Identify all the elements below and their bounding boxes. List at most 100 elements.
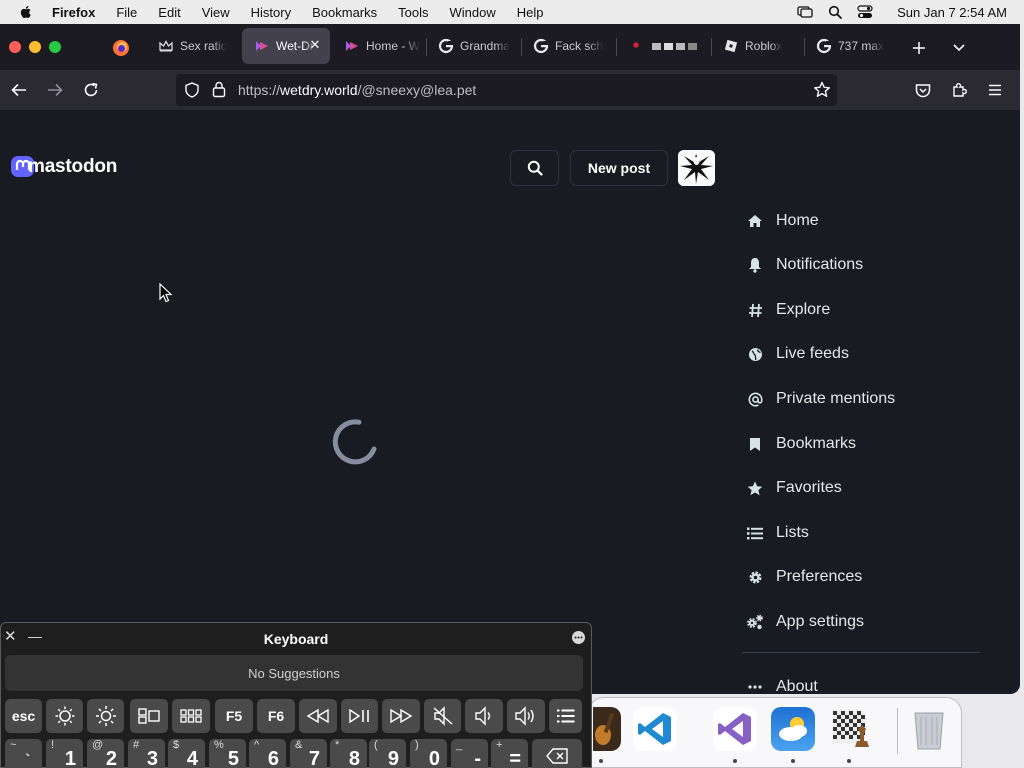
window-zoom-button[interactable] (49, 41, 61, 53)
tab-roblox[interactable]: Roblox (711, 28, 803, 64)
key-dictation[interactable] (549, 699, 582, 733)
dock-weather-icon[interactable] (771, 707, 815, 751)
shield-icon[interactable] (185, 82, 199, 98)
key-volume-up[interactable] (507, 699, 545, 733)
menu-help[interactable]: Help (517, 5, 544, 20)
key-main-char: 1 (64, 748, 76, 768)
nav-favorites[interactable]: Favorites (742, 476, 842, 500)
control-center-icon[interactable] (857, 4, 873, 20)
tab-loading[interactable] (616, 28, 710, 64)
menu-view[interactable]: View (202, 5, 230, 20)
avatar-image (678, 150, 715, 186)
key-play-pause[interactable] (341, 699, 378, 733)
menu-file[interactable]: File (116, 5, 137, 20)
nav-preferences[interactable]: Preferences (742, 565, 862, 589)
search-button[interactable] (510, 150, 559, 186)
nav-private-mentions[interactable]: Private mentions (742, 387, 895, 411)
menu-app-name[interactable]: Firefox (52, 5, 95, 20)
nav-about[interactable]: About (742, 675, 818, 694)
nav-app-settings[interactable]: App settings (742, 610, 864, 634)
key-esc[interactable]: esc (5, 699, 42, 733)
menu-history[interactable]: History (251, 5, 291, 20)
back-button[interactable] (8, 79, 30, 101)
tab-737-max[interactable]: 737 max (804, 28, 896, 64)
nav-divider (742, 652, 980, 653)
window-close-button[interactable] (9, 41, 21, 53)
key-2[interactable]: @2 (87, 739, 124, 768)
tab-grandma[interactable]: Grandma (426, 28, 520, 64)
list-all-tabs-button[interactable] (948, 37, 970, 59)
key-9[interactable]: (9 (369, 739, 406, 768)
menu-edit[interactable]: Edit (158, 5, 180, 20)
key-delete[interactable] (532, 739, 582, 768)
brightness-down-icon (55, 706, 74, 726)
key-brightness-up[interactable] (87, 699, 124, 733)
visual-studio-icon (718, 713, 751, 745)
bookmark-star-icon[interactable] (813, 81, 831, 99)
volume-down-icon (475, 706, 491, 726)
dock-guitar-app-icon[interactable] (593, 707, 621, 751)
dock-running-indicator (847, 759, 851, 763)
launchpad-icon (180, 709, 202, 723)
menu-window[interactable]: Window (450, 5, 496, 20)
tab-close-icon[interactable]: ✕ (308, 38, 322, 52)
key-f6[interactable]: F6 (257, 699, 295, 733)
mastodon-logo[interactable]: mastodon (10, 154, 117, 180)
reload-button[interactable] (80, 79, 102, 101)
key-8[interactable]: * 8 (330, 739, 367, 768)
tab-sex-ratio[interactable]: Sex ratio (146, 28, 238, 64)
avatar[interactable] (678, 150, 715, 186)
key-0[interactable]: ) 0 (410, 739, 447, 768)
key-brightness-down[interactable] (46, 699, 83, 733)
nav-bookmarks[interactable]: Bookmarks (742, 432, 856, 456)
menu-bookmarks[interactable]: Bookmarks (312, 5, 377, 20)
url-text[interactable]: https://wetdry.world/@sneexy@lea.pet (238, 82, 476, 98)
apple-icon[interactable] (18, 4, 34, 20)
screen-mirroring-icon[interactable] (797, 4, 813, 20)
nav-live-feeds-label: Live feeds (776, 345, 849, 362)
keyboard-options-button[interactable] (572, 631, 585, 644)
menu-tools[interactable]: Tools (398, 5, 428, 20)
dock-chess-icon[interactable] (829, 707, 873, 751)
nav-notifications[interactable]: Notifications (742, 253, 863, 277)
tab-fack-sch[interactable]: Fack sch (521, 28, 615, 64)
new-post-button[interactable]: New post (570, 150, 668, 186)
menu-bar: Firefox File Edit View History Bookmarks… (0, 0, 1024, 24)
nav-home[interactable]: Home (742, 209, 819, 233)
forward-button[interactable] (44, 79, 66, 101)
dock-vscode-icon[interactable] (633, 707, 677, 751)
dock-visual-studio-icon[interactable] (713, 707, 757, 751)
window-minimize-button[interactable] (29, 41, 41, 53)
tab-wet-dry-active[interactable]: Wet-Dry ✕ (242, 28, 330, 64)
lock-icon[interactable] (212, 81, 226, 98)
key-3[interactable]: #3 (128, 739, 165, 768)
app-menu-button[interactable] (984, 79, 1006, 101)
extensions-button[interactable] (948, 79, 970, 101)
key-mute[interactable] (424, 699, 461, 733)
nav-lists[interactable]: Lists (742, 521, 809, 545)
firefox-view-button[interactable] (108, 37, 134, 59)
key-6[interactable]: ^ 6 (249, 739, 286, 768)
nav-live-feeds[interactable]: Live feeds (742, 342, 849, 366)
key-4[interactable]: $4 (168, 739, 205, 768)
nav-explore[interactable]: Explore (742, 298, 830, 322)
url-bar[interactable]: https://wetdry.world/@sneexy@lea.pet (176, 74, 837, 106)
key-f5[interactable]: F5 (215, 699, 253, 733)
dock-trash-icon[interactable] (907, 707, 951, 751)
new-tab-button[interactable] (908, 37, 930, 59)
key-volume-down[interactable] (465, 699, 503, 733)
pocket-button[interactable] (912, 79, 934, 101)
menu-bar-clock[interactable]: Sun Jan 7 2:54 AM (897, 5, 1007, 20)
key-backtick[interactable]: ~ ` (5, 739, 42, 768)
key-equals[interactable]: + = (491, 739, 528, 768)
key-minus[interactable]: _ - (451, 739, 488, 768)
key-7[interactable]: & 7 (290, 739, 327, 768)
tab-home[interactable]: Home - W (332, 28, 424, 64)
key-mission-control[interactable] (130, 699, 168, 733)
key-5[interactable]: % 5 (209, 739, 246, 768)
key-1[interactable]: ! 1 (46, 739, 83, 768)
key-fast-forward[interactable] (382, 699, 420, 733)
key-rewind[interactable] (299, 699, 337, 733)
key-launchpad[interactable] (172, 699, 210, 733)
spotlight-search-icon[interactable] (827, 4, 843, 20)
